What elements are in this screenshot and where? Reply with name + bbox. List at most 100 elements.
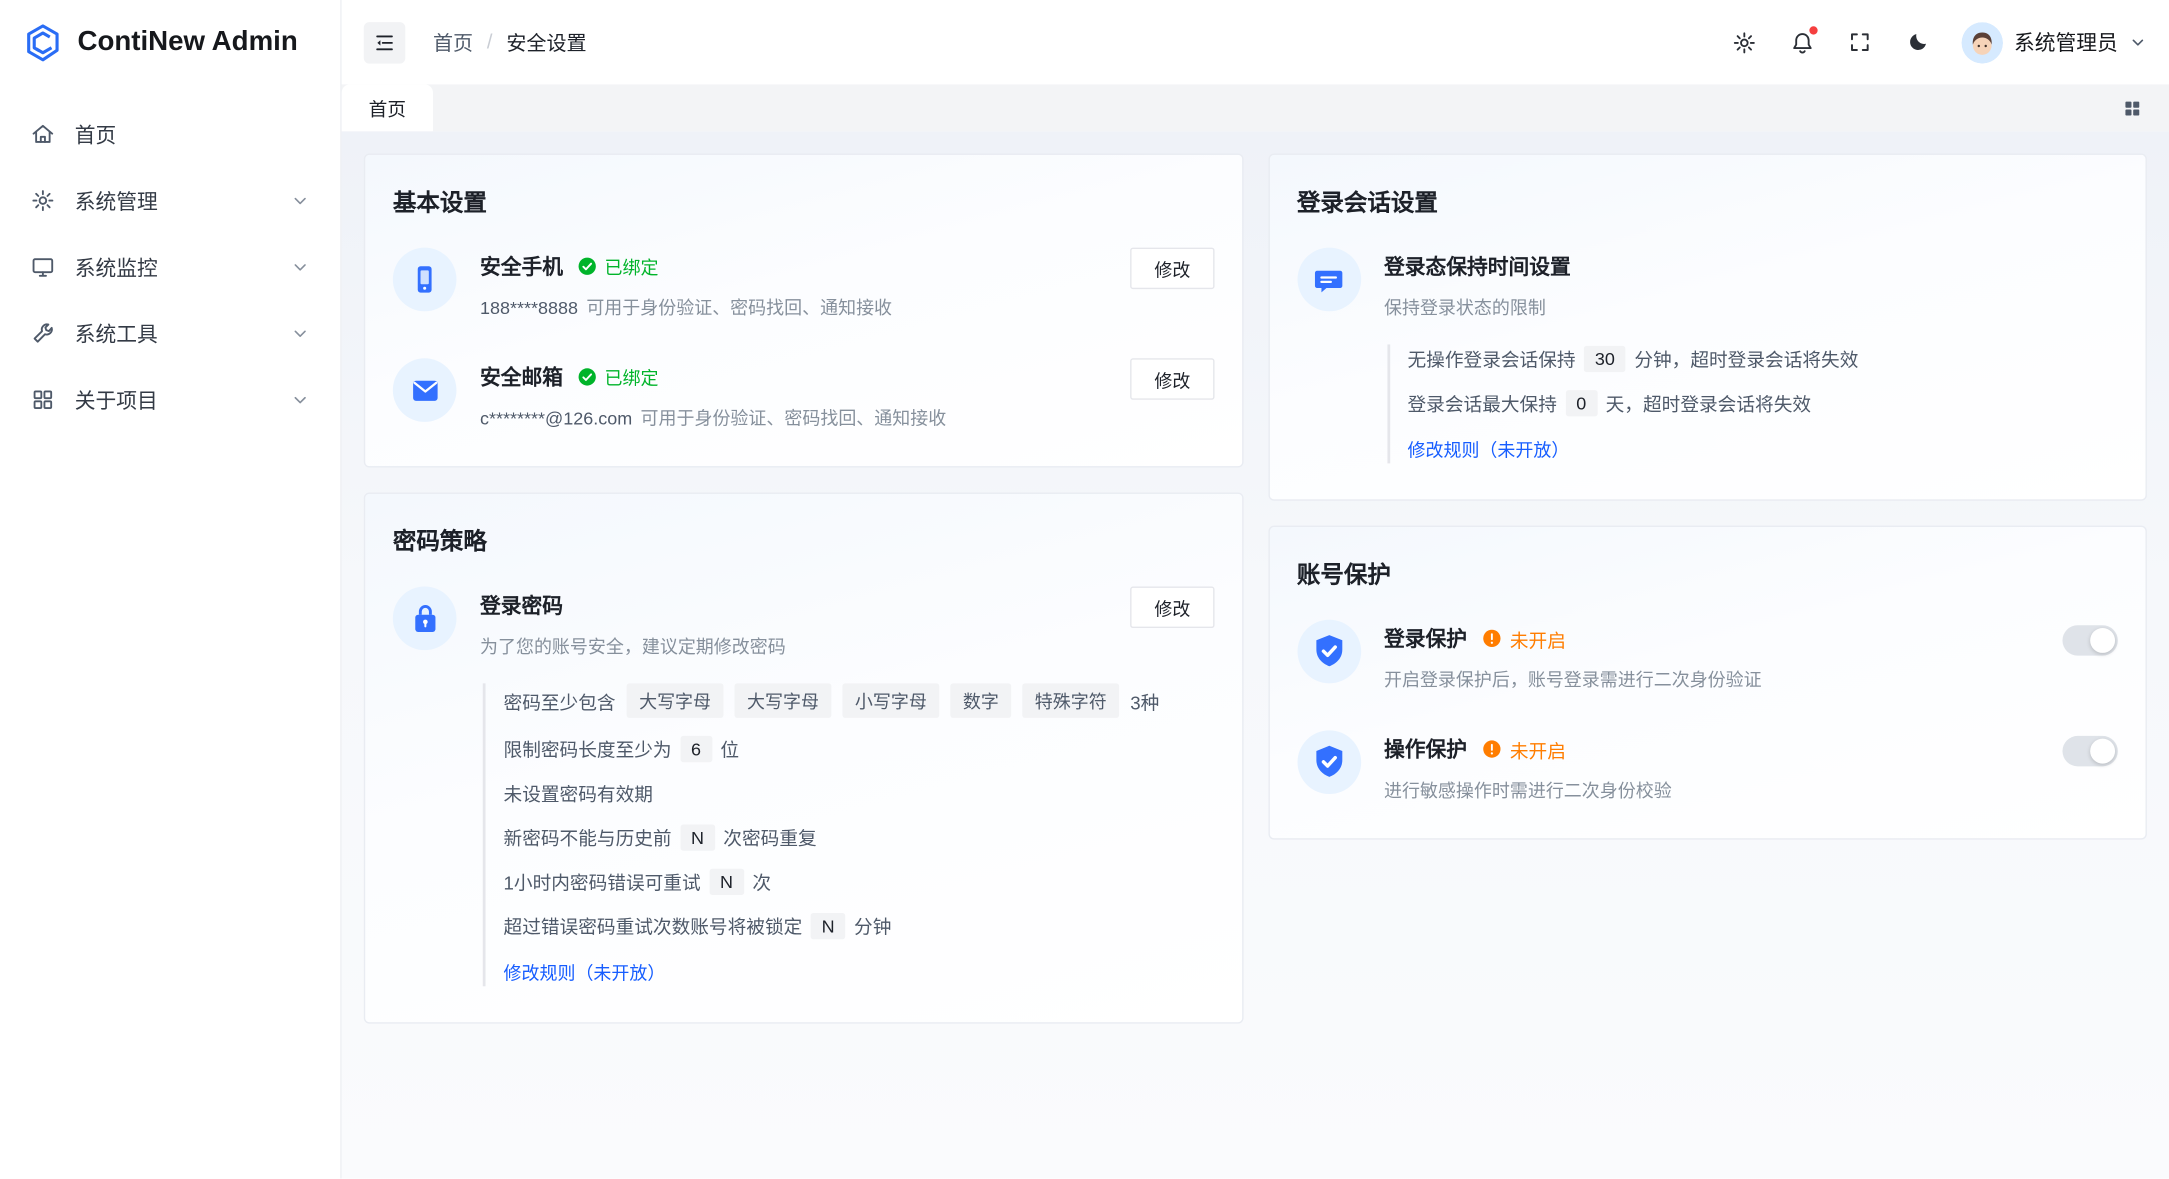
- rule-max-session: 登录会话最大保持 0 天，超时登录会话将失效: [1407, 389, 2117, 417]
- operation-protection-item: 操作保护 未开启 进行敏感操作时需进行二次身份校验: [1297, 730, 2118, 802]
- item-description: 进行敏感操作时需进行二次身份校验: [1384, 776, 2039, 802]
- sidebar-item-system-management[interactable]: 系统管理: [14, 170, 327, 231]
- chevron-down-icon: [290, 390, 309, 409]
- rule-text: 超过错误密码重试次数账号将被锁定: [504, 912, 803, 940]
- status-label: 未开启: [1510, 735, 1566, 763]
- chevron-down-icon: [290, 324, 309, 343]
- modify-phone-button[interactable]: 修改: [1131, 248, 1214, 289]
- sidebar-menu: 首页 系统管理 系统监控: [0, 84, 340, 449]
- retry-count-value: N: [709, 868, 744, 894]
- char-type-tags: 大写字母 大写字母 小写字母 数字 特殊字符: [627, 683, 1120, 718]
- app-window: ContiNew Admin 首页 系统管理: [0, 0, 2169, 1179]
- rule-text: 天，超时登录会话将失效: [1606, 389, 1811, 417]
- app-logo-icon: [22, 21, 63, 62]
- session-keep-item: 登录态保持时间设置 保持登录状态的限制: [1297, 248, 2118, 320]
- item-title: 操作保护: [1384, 735, 1467, 764]
- notification-icon[interactable]: [1779, 19, 1826, 66]
- sidebar-item-system-tools[interactable]: 系统工具: [14, 303, 327, 364]
- sidebar-item-home[interactable]: 首页: [14, 104, 327, 165]
- tab-home[interactable]: 首页: [342, 84, 433, 131]
- item-body: 操作保护 未开启 进行敏感操作时需进行二次身份校验: [1384, 730, 2039, 802]
- item-body: 登录态保持时间设置 保持登录状态的限制: [1384, 248, 2118, 320]
- rule-text: 新密码不能与历史前: [504, 823, 672, 851]
- char-type-tag: 大写字母: [627, 683, 724, 718]
- item-title: 登录密码: [480, 591, 563, 620]
- tab-bar-spacer: [433, 84, 2111, 131]
- modify-password-button[interactable]: 修改: [1131, 587, 1214, 628]
- warning-circle-icon: [1481, 739, 1502, 760]
- user-menu[interactable]: 系统管理员: [1961, 21, 2146, 62]
- item-description: 保持登录状态的限制: [1384, 293, 2118, 319]
- item-body: 安全邮箱 已绑定 c********@126.com可用于身份验证、密码找回、通…: [480, 358, 1107, 430]
- max-days-value: 0: [1565, 389, 1597, 415]
- monitor-icon: [30, 255, 55, 280]
- toggle-knob: [2090, 739, 2115, 764]
- session-rules-list: 无操作登录会话保持 30 分钟，超时登录会话将失效 登录会话最大保持 0 天，超…: [1387, 344, 2118, 463]
- status-label: 未开启: [1510, 625, 1566, 653]
- shield-check-icon: [1297, 730, 1361, 794]
- login-protection-item: 登录保护 未开启 开启登录保护后，账号登录需进行二次身份验证: [1297, 620, 2118, 692]
- rule-password-expiry: 未设置密码有效期: [504, 779, 1214, 807]
- card-password-policy: 密码策略 登录密码 为了您的账号安全，建议定期修改密码 修改: [364, 492, 1243, 1023]
- security-phone-item: 安全手机 已绑定 188****8888可用于身份验证、密码找回、通知接收: [393, 248, 1214, 320]
- card-basic-settings: 基本设置 安全手机: [364, 154, 1243, 468]
- safe-icon: [393, 587, 457, 651]
- app-logo-row[interactable]: ContiNew Admin: [0, 0, 340, 84]
- modify-rules-link[interactable]: 修改规则（未开放）: [504, 959, 666, 985]
- sidebar-item-about-project[interactable]: 关于项目: [14, 369, 327, 430]
- sidebar-item-label: 关于项目: [75, 385, 271, 414]
- rule-text: 次密码重复: [723, 823, 816, 851]
- rule-text: 分钟，超时登录会话将失效: [1634, 344, 1858, 372]
- chevron-down-icon: [290, 191, 309, 210]
- rule-idle-session: 无操作登录会话保持 30 分钟，超时登录会话将失效: [1407, 344, 2117, 372]
- modify-email-button[interactable]: 修改: [1131, 358, 1214, 399]
- rule-text: 无操作登录会话保持: [1407, 344, 1575, 372]
- user-name: 系统管理员: [2014, 28, 2118, 57]
- settings-icon[interactable]: [1721, 19, 1768, 66]
- rule-account-lock: 超过错误密码重试次数账号将被锁定 N 分钟: [504, 912, 1214, 940]
- rule-text: 1小时内密码错误可重试: [504, 867, 701, 895]
- login-password-item: 登录密码 为了您的账号安全，建议定期修改密码 修改: [393, 587, 1214, 659]
- chat-icon: [1297, 248, 1361, 312]
- toggle-knob: [2090, 628, 2115, 653]
- card-title: 账号保护: [1297, 555, 2118, 590]
- login-protection-toggle[interactable]: [2062, 625, 2117, 655]
- bound-badge: 已绑定: [577, 253, 659, 279]
- rule-text: 密码至少包含: [504, 687, 616, 715]
- card-login-session: 登录会话设置 登录态保持时间设置 保持登录状态的限制: [1268, 154, 2147, 501]
- rule-text: 登录会话最大保持: [1407, 389, 1556, 417]
- fullscreen-icon[interactable]: [1837, 19, 1884, 66]
- item-body: 登录密码 为了您的账号安全，建议定期修改密码: [480, 587, 1107, 659]
- char-type-tag: 数字: [950, 683, 1011, 718]
- check-circle-icon: [577, 256, 598, 277]
- sidebar-item-label: 首页: [75, 120, 310, 149]
- check-circle-icon: [577, 367, 598, 388]
- tab-actions-grid-icon[interactable]: [2111, 84, 2152, 131]
- masked-email-value: c********@126.com: [480, 408, 632, 429]
- history-count-value: N: [680, 824, 715, 850]
- breadcrumb-home[interactable]: 首页: [433, 28, 473, 57]
- rule-text: 位: [720, 735, 739, 763]
- idle-minutes-value: 30: [1584, 345, 1626, 371]
- chevron-down-icon: [290, 257, 309, 276]
- badge-label: 已绑定: [605, 364, 659, 390]
- home-icon: [30, 122, 55, 147]
- dark-mode-icon[interactable]: [1895, 19, 1942, 66]
- sidebar-item-system-monitor[interactable]: 系统监控: [14, 237, 327, 298]
- tab-bar: 首页: [342, 84, 2169, 131]
- card-title: 登录会话设置: [1297, 183, 2118, 218]
- badge-label: 已绑定: [605, 253, 659, 279]
- operation-protection-toggle[interactable]: [2062, 736, 2117, 766]
- sidebar: ContiNew Admin 首页 系统管理: [0, 0, 342, 1179]
- sidebar-collapse-button[interactable]: [364, 21, 405, 62]
- sidebar-item-label: 系统管理: [75, 186, 271, 215]
- modify-rules-link[interactable]: 修改规则（未开放）: [1407, 436, 1569, 462]
- card-title: 基本设置: [393, 183, 1214, 218]
- sidebar-item-label: 系统监控: [75, 252, 271, 281]
- item-title: 安全邮箱: [480, 362, 563, 391]
- notification-badge-dot: [1809, 26, 1817, 34]
- breadcrumb: 首页 / 安全设置: [433, 28, 587, 57]
- rule-text: 次: [752, 867, 771, 895]
- password-rules-list: 密码至少包含 大写字母 大写字母 小写字母 数字 特殊字符 3种 限制密: [483, 683, 1214, 986]
- item-title: 安全手机: [480, 252, 563, 281]
